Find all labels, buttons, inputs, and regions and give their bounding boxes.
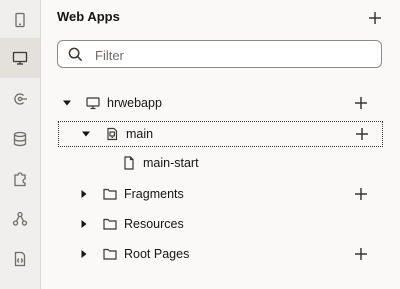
plus-icon	[355, 97, 367, 109]
service-connection-icon	[14, 93, 27, 105]
plus-icon	[369, 12, 381, 24]
mobile-device-icon	[15, 12, 25, 28]
expanded-caret-icon[interactable]	[62, 98, 72, 108]
web-apps-panel: Web Apps hrwebapp main	[41, 0, 400, 289]
tree-row-fragments[interactable]: Fragments	[41, 181, 400, 207]
search-icon	[68, 47, 83, 62]
tree-label: Fragments	[124, 187, 184, 201]
tree-row-main-start[interactable]: main-start	[41, 151, 400, 177]
process-icon	[12, 211, 28, 226]
navigator-rail	[0, 0, 41, 289]
monitor-icon	[12, 51, 28, 65]
collapsed-caret-icon[interactable]	[79, 249, 89, 259]
folder-icon	[103, 187, 117, 201]
expanded-caret-icon[interactable]	[81, 129, 91, 139]
plus-icon	[355, 188, 367, 200]
add-web-app-button[interactable]	[368, 11, 382, 25]
plus-icon	[356, 128, 368, 140]
tree-row-main[interactable]: main	[58, 121, 383, 147]
flow-icon	[105, 127, 119, 141]
monitor-icon	[86, 96, 100, 110]
source-file-icon	[14, 251, 26, 267]
collapsed-caret-icon[interactable]	[79, 219, 89, 229]
processes-tab[interactable]	[0, 199, 40, 239]
database-icon	[13, 131, 27, 147]
add-root-page-button[interactable]	[354, 247, 368, 261]
filter-field[interactable]	[57, 40, 382, 68]
tree-label: hrwebapp	[107, 96, 162, 110]
folder-icon	[103, 217, 117, 231]
components-tab[interactable]	[0, 159, 40, 199]
services-tab[interactable]	[0, 79, 40, 119]
tree-label: Root Pages	[124, 247, 190, 261]
mobile-apps-tab[interactable]	[0, 0, 40, 40]
tree-row-root-pages[interactable]: Root Pages	[41, 241, 400, 267]
plus-icon	[355, 248, 367, 260]
collapsed-caret-icon[interactable]	[79, 189, 89, 199]
tree-label: Resources	[124, 217, 184, 231]
add-to-hrwebapp-button[interactable]	[354, 96, 368, 110]
tree-row-hrwebapp[interactable]: hrwebapp	[41, 90, 400, 116]
tree-row-resources[interactable]: Resources	[41, 211, 400, 237]
puzzle-piece-icon	[14, 172, 26, 187]
folder-icon	[103, 247, 117, 261]
page-file-icon	[122, 156, 136, 170]
add-fragment-button[interactable]	[354, 187, 368, 201]
source-tab[interactable]	[0, 239, 40, 279]
filter-input[interactable]	[93, 44, 377, 66]
business-objects-tab[interactable]	[0, 119, 40, 159]
add-to-main-button[interactable]	[355, 127, 369, 141]
tree-label: main	[126, 127, 154, 141]
tree-label: main-start	[143, 156, 199, 170]
web-apps-tab[interactable]	[0, 38, 40, 78]
panel-title: Web Apps	[57, 9, 120, 24]
